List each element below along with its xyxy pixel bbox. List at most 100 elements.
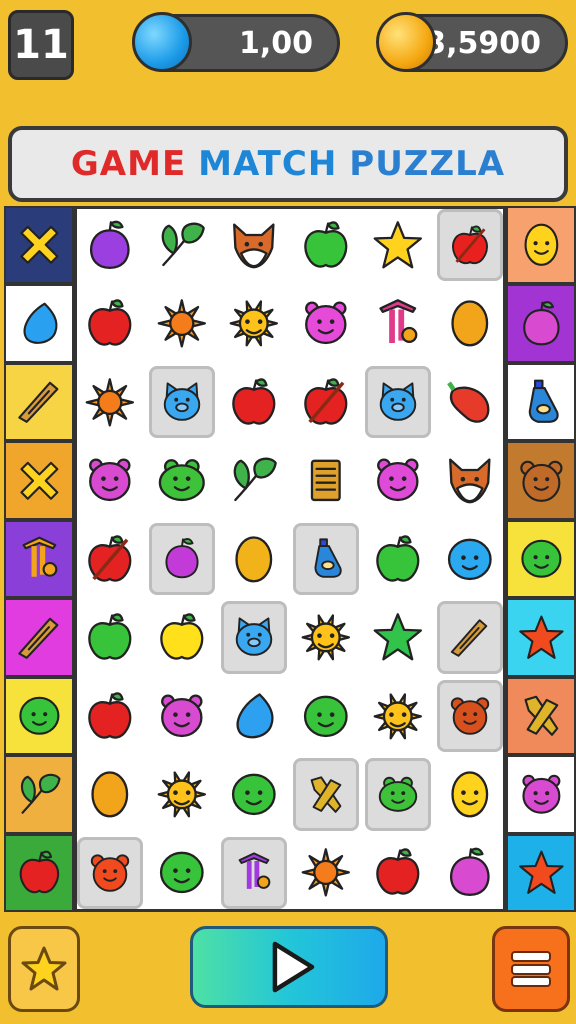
board-tile[interactable] [146, 284, 218, 362]
cat-icon [163, 381, 201, 421]
board-tile[interactable] [218, 755, 290, 833]
title-word-match: MATCH [198, 144, 338, 184]
board-tile[interactable] [437, 209, 503, 282]
board-tile[interactable] [74, 520, 146, 598]
board-tile[interactable] [290, 441, 362, 519]
apple-icon [376, 534, 420, 582]
side-tile-right[interactable] [506, 676, 576, 756]
board-tile[interactable] [74, 206, 146, 284]
board-tile[interactable] [74, 598, 146, 676]
board-tile[interactable] [218, 520, 290, 598]
board-tile[interactable] [146, 441, 218, 519]
board-tile[interactable] [74, 441, 146, 519]
side-tile-right[interactable] [506, 362, 576, 442]
board-tile[interactable] [218, 284, 290, 362]
side-tile-right[interactable] [506, 833, 576, 912]
board-tile[interactable] [362, 206, 434, 284]
blob-icon [232, 773, 276, 816]
side-tile-left[interactable] [4, 284, 74, 363]
board-tile[interactable] [290, 834, 362, 912]
level-indicator: 11 [8, 10, 74, 80]
bottle-icon [528, 379, 559, 424]
side-tile-right[interactable] [506, 441, 576, 520]
side-tile-right[interactable] [506, 284, 576, 363]
board-tile[interactable] [362, 677, 434, 755]
menu-button[interactable] [492, 926, 570, 1012]
board-tile[interactable] [434, 520, 506, 598]
blob-icon [18, 696, 60, 735]
blob-icon [520, 539, 562, 578]
board-tile[interactable] [146, 677, 218, 755]
board-tile[interactable] [293, 522, 359, 596]
board-tile[interactable] [149, 365, 215, 439]
apple-icon [19, 850, 59, 894]
board-tile[interactable] [434, 755, 506, 833]
plum-icon [165, 538, 199, 579]
board-tile[interactable] [74, 755, 146, 833]
play-button[interactable] [190, 926, 388, 1008]
board-tile[interactable] [362, 520, 434, 598]
pig-icon [521, 774, 560, 814]
board-tile[interactable] [362, 834, 434, 912]
star-button[interactable] [8, 926, 80, 1012]
sun-icon [85, 377, 135, 427]
board-tile[interactable] [146, 598, 218, 676]
blob-icon [304, 695, 348, 737]
star-icon [21, 946, 67, 991]
blob-icon [160, 852, 204, 894]
board-tile[interactable] [290, 598, 362, 676]
board-tile[interactable] [146, 755, 218, 833]
board-tile[interactable] [221, 601, 287, 674]
slash-apple-icon [88, 534, 132, 582]
board-tile[interactable] [290, 206, 362, 284]
side-tile-left[interactable] [4, 676, 74, 756]
board-tile[interactable] [437, 601, 503, 674]
board-tile[interactable] [221, 836, 287, 909]
board-tile[interactable] [218, 441, 290, 519]
star-icon [518, 850, 564, 894]
board-tile[interactable] [149, 522, 215, 596]
board-tile[interactable] [218, 363, 290, 441]
board-tile[interactable] [218, 206, 290, 284]
board-tile[interactable] [290, 284, 362, 362]
lemon-icon [235, 535, 273, 583]
game-board [4, 206, 576, 912]
board-tile[interactable] [218, 677, 290, 755]
board-tile[interactable] [77, 836, 143, 909]
board-tile[interactable] [74, 363, 146, 441]
board-tile[interactable] [146, 206, 218, 284]
board-tile[interactable] [362, 598, 434, 676]
apple-icon [88, 299, 132, 346]
side-tile-right[interactable] [506, 598, 576, 677]
plum-icon [90, 220, 130, 269]
side-tile-left[interactable] [4, 519, 74, 599]
board-tile[interactable] [74, 677, 146, 755]
bone-icon [524, 695, 558, 736]
side-tile-left[interactable] [4, 755, 74, 834]
side-tile-right[interactable] [506, 206, 576, 285]
board-tile[interactable] [434, 834, 506, 912]
side-tile-left[interactable] [4, 833, 74, 912]
side-tile-left[interactable] [4, 362, 74, 442]
board-tile[interactable] [437, 679, 503, 753]
side-tile-left[interactable] [4, 598, 74, 677]
board-tile[interactable] [293, 758, 359, 831]
bear-icon [90, 854, 130, 892]
board-tile[interactable] [434, 363, 506, 441]
board-tile[interactable] [74, 284, 146, 362]
side-tile-left[interactable] [4, 206, 74, 285]
board-tile[interactable] [365, 365, 431, 439]
side-tile-right[interactable] [506, 755, 576, 834]
side-tile-left[interactable] [4, 441, 74, 520]
board-tile[interactable] [146, 834, 218, 912]
board-tile[interactable] [290, 363, 362, 441]
board-tile[interactable] [362, 441, 434, 519]
board-tile[interactable] [290, 677, 362, 755]
board-tile[interactable] [365, 758, 431, 831]
board-tile[interactable] [362, 284, 434, 362]
frog-icon [158, 459, 206, 502]
board-tile[interactable] [434, 284, 506, 362]
title-word-puzzla: PUZZLA [349, 144, 506, 184]
board-tile[interactable] [434, 441, 506, 519]
side-tile-right[interactable] [506, 519, 576, 599]
